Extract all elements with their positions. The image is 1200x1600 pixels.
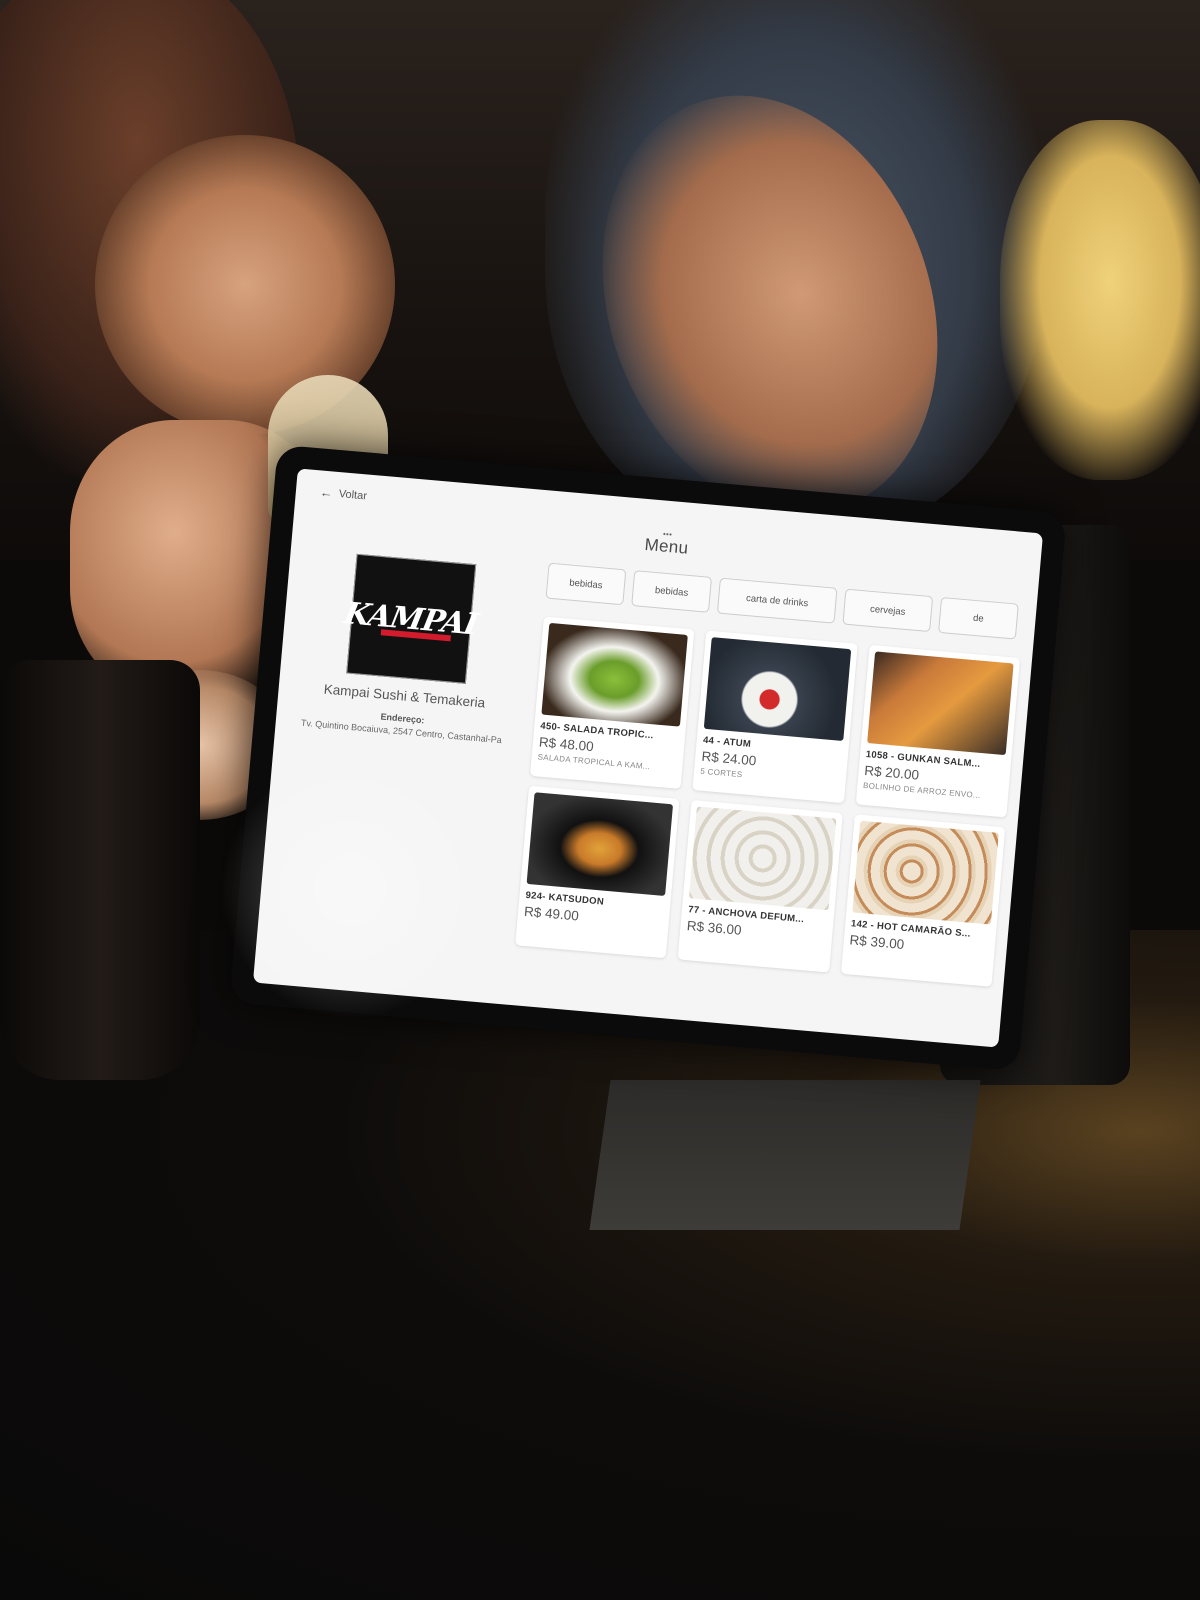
arrow-left-icon: ← [319, 484, 334, 501]
restaurant-info: KAMPAI Kampai Sushi & Temakeria Endereço… [285, 549, 532, 747]
product-card[interactable]: 77 - ANCHOVA DEFUM... R$ 36.00 [677, 799, 843, 973]
tablet-screen: ← Voltar ••• Menu KAMPAI Kampai Sushi & … [252, 468, 1044, 1048]
tablet-stand [589, 1080, 981, 1230]
anchova-image [689, 806, 837, 911]
atum-image [704, 637, 851, 741]
product-card[interactable]: 450- SALADA TROPIC... R$ 48.00 SALADA TR… [530, 616, 695, 789]
person-right [1000, 120, 1200, 480]
tab-label: bebidas [568, 576, 603, 591]
tab-de[interactable]: de [938, 596, 1019, 640]
soy-sauce-bottle [0, 660, 200, 1080]
tab-label: bebidas [654, 584, 689, 599]
product-card[interactable]: 142 - HOT CAMARÃO S... R$ 39.00 [840, 814, 1006, 987]
tablet-device: ← Voltar ••• Menu KAMPAI Kampai Sushi & … [229, 444, 1067, 1072]
tab-bebidas-2[interactable]: bebidas [631, 570, 713, 613]
salada-image [541, 622, 689, 727]
drag-dots-icon: ••• [662, 529, 673, 540]
gunkan-image [866, 651, 1014, 756]
tab-cervejas[interactable]: cervejas [842, 588, 934, 633]
product-grid: 450- SALADA TROPIC... R$ 48.00 SALADA TR… [515, 616, 1021, 987]
tab-label: cervejas [869, 603, 906, 618]
tab-label: de [972, 612, 985, 625]
product-card[interactable]: 1058 - GUNKAN SALM... R$ 20.00 BOLINHO D… [855, 644, 1021, 818]
hot-camarao-image [851, 820, 999, 925]
tab-label: carta de drinks [745, 592, 809, 609]
back-label: Voltar [338, 487, 368, 502]
back-button[interactable]: ← Voltar [319, 484, 367, 503]
tab-bebidas-1[interactable]: bebidas [545, 562, 627, 606]
product-card[interactable]: 44 - ATUM R$ 24.00 5 CORTES [692, 630, 858, 804]
katsudon-image [526, 792, 674, 897]
product-card[interactable]: 924- KATSUDON R$ 49.00 [515, 785, 680, 959]
tab-carta-de-drinks[interactable]: carta de drinks [716, 577, 838, 624]
restaurant-logo: KAMPAI [342, 553, 481, 684]
